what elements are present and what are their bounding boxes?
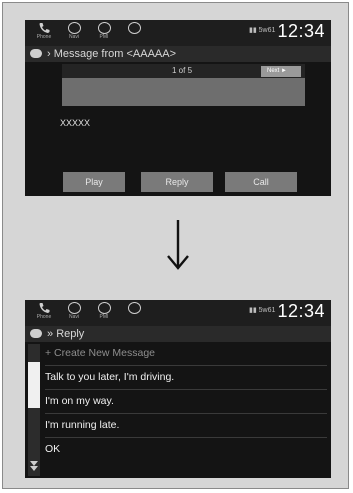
pmi-shortcut[interactable]: PMI	[91, 302, 117, 324]
navi-icon	[67, 302, 81, 314]
breadcrumb-arrow-icon: ›	[47, 48, 54, 60]
reply-title: Reply	[56, 328, 85, 340]
next-button[interactable]: Next ►	[261, 66, 301, 77]
play-triangle-icon: ►	[281, 68, 287, 74]
title-bar: › Message from <AAAAA>	[25, 46, 331, 62]
call-button[interactable]: Call	[225, 172, 297, 192]
navi-icon	[67, 22, 81, 34]
breadcrumb-double-arrow-icon: »	[47, 328, 57, 340]
circle-icon	[127, 22, 141, 34]
scroll-down-icon[interactable]	[30, 459, 38, 473]
down-arrow-icon	[167, 220, 189, 270]
message-panel: 1 of 5 Next ►	[62, 64, 305, 106]
pmi-shortcut-label: PMI	[99, 34, 109, 40]
clock: 12:34	[277, 301, 325, 321]
message-body: XXXXX	[60, 118, 91, 128]
list-item[interactable]: OK	[45, 438, 327, 461]
screen-title: › Message from <AAAAA>	[47, 48, 176, 60]
person-icon	[97, 302, 111, 314]
status-bar: Phone Navi PMI ▮▮ 5w61 12:34	[25, 300, 331, 326]
message-title: Message from <AAAAA>	[53, 48, 177, 60]
reply-button[interactable]: Reply	[141, 172, 213, 192]
phone-icon	[39, 23, 49, 33]
next-label: Next	[267, 68, 280, 74]
pmi-shortcut[interactable]: PMI	[91, 22, 117, 44]
navi-shortcut-label: Navi	[68, 314, 79, 320]
title-bar: » Reply	[25, 326, 331, 342]
screen-title: » Reply	[47, 328, 84, 340]
phone-icon	[39, 303, 49, 313]
message-screen: Phone Navi PMI ▮▮ 5w61 12:34 › Message f…	[25, 20, 331, 196]
person-icon	[97, 22, 111, 34]
signal-indicator: ▮▮ 5w61	[249, 27, 276, 34]
pager-bar: 1 of 5 Next ►	[62, 64, 305, 78]
circle-icon	[127, 302, 141, 314]
list-item[interactable]: I'm on my way.	[45, 390, 327, 414]
list-item[interactable]: Talk to you later, I'm driving.	[45, 366, 327, 390]
circle-shortcut[interactable]	[121, 22, 147, 44]
pmi-shortcut-label: PMI	[99, 314, 109, 320]
status-bar: Phone Navi PMI ▮▮ 5w61 12:34	[25, 20, 331, 46]
play-button[interactable]: Play	[63, 172, 125, 192]
phone-shortcut-label: Phone	[36, 314, 52, 320]
navi-shortcut[interactable]: Navi	[61, 302, 87, 324]
reply-list: + Create New Message Talk to you later, …	[25, 342, 331, 478]
circle-shortcut[interactable]	[121, 302, 147, 324]
page-indicator: 1 of 5	[172, 66, 193, 75]
scroll-thumb[interactable]	[28, 362, 40, 408]
list-item[interactable]: I'm running late.	[45, 414, 327, 438]
phone-shortcut[interactable]: Phone	[31, 22, 57, 44]
message-bubble-icon	[30, 329, 42, 338]
signal-indicator: ▮▮ 5w61	[249, 307, 276, 314]
clock: 12:34	[277, 21, 325, 41]
phone-shortcut-label: Phone	[36, 34, 52, 40]
navi-shortcut[interactable]: Navi	[61, 22, 87, 44]
reply-screen: Phone Navi PMI ▮▮ 5w61 12:34 » Reply + C…	[25, 300, 331, 478]
create-new-message-item[interactable]: + Create New Message	[45, 342, 327, 366]
message-bubble-icon	[30, 49, 42, 58]
navi-shortcut-label: Navi	[68, 34, 79, 40]
phone-shortcut[interactable]: Phone	[31, 302, 57, 324]
scrollbar[interactable]	[28, 344, 40, 476]
